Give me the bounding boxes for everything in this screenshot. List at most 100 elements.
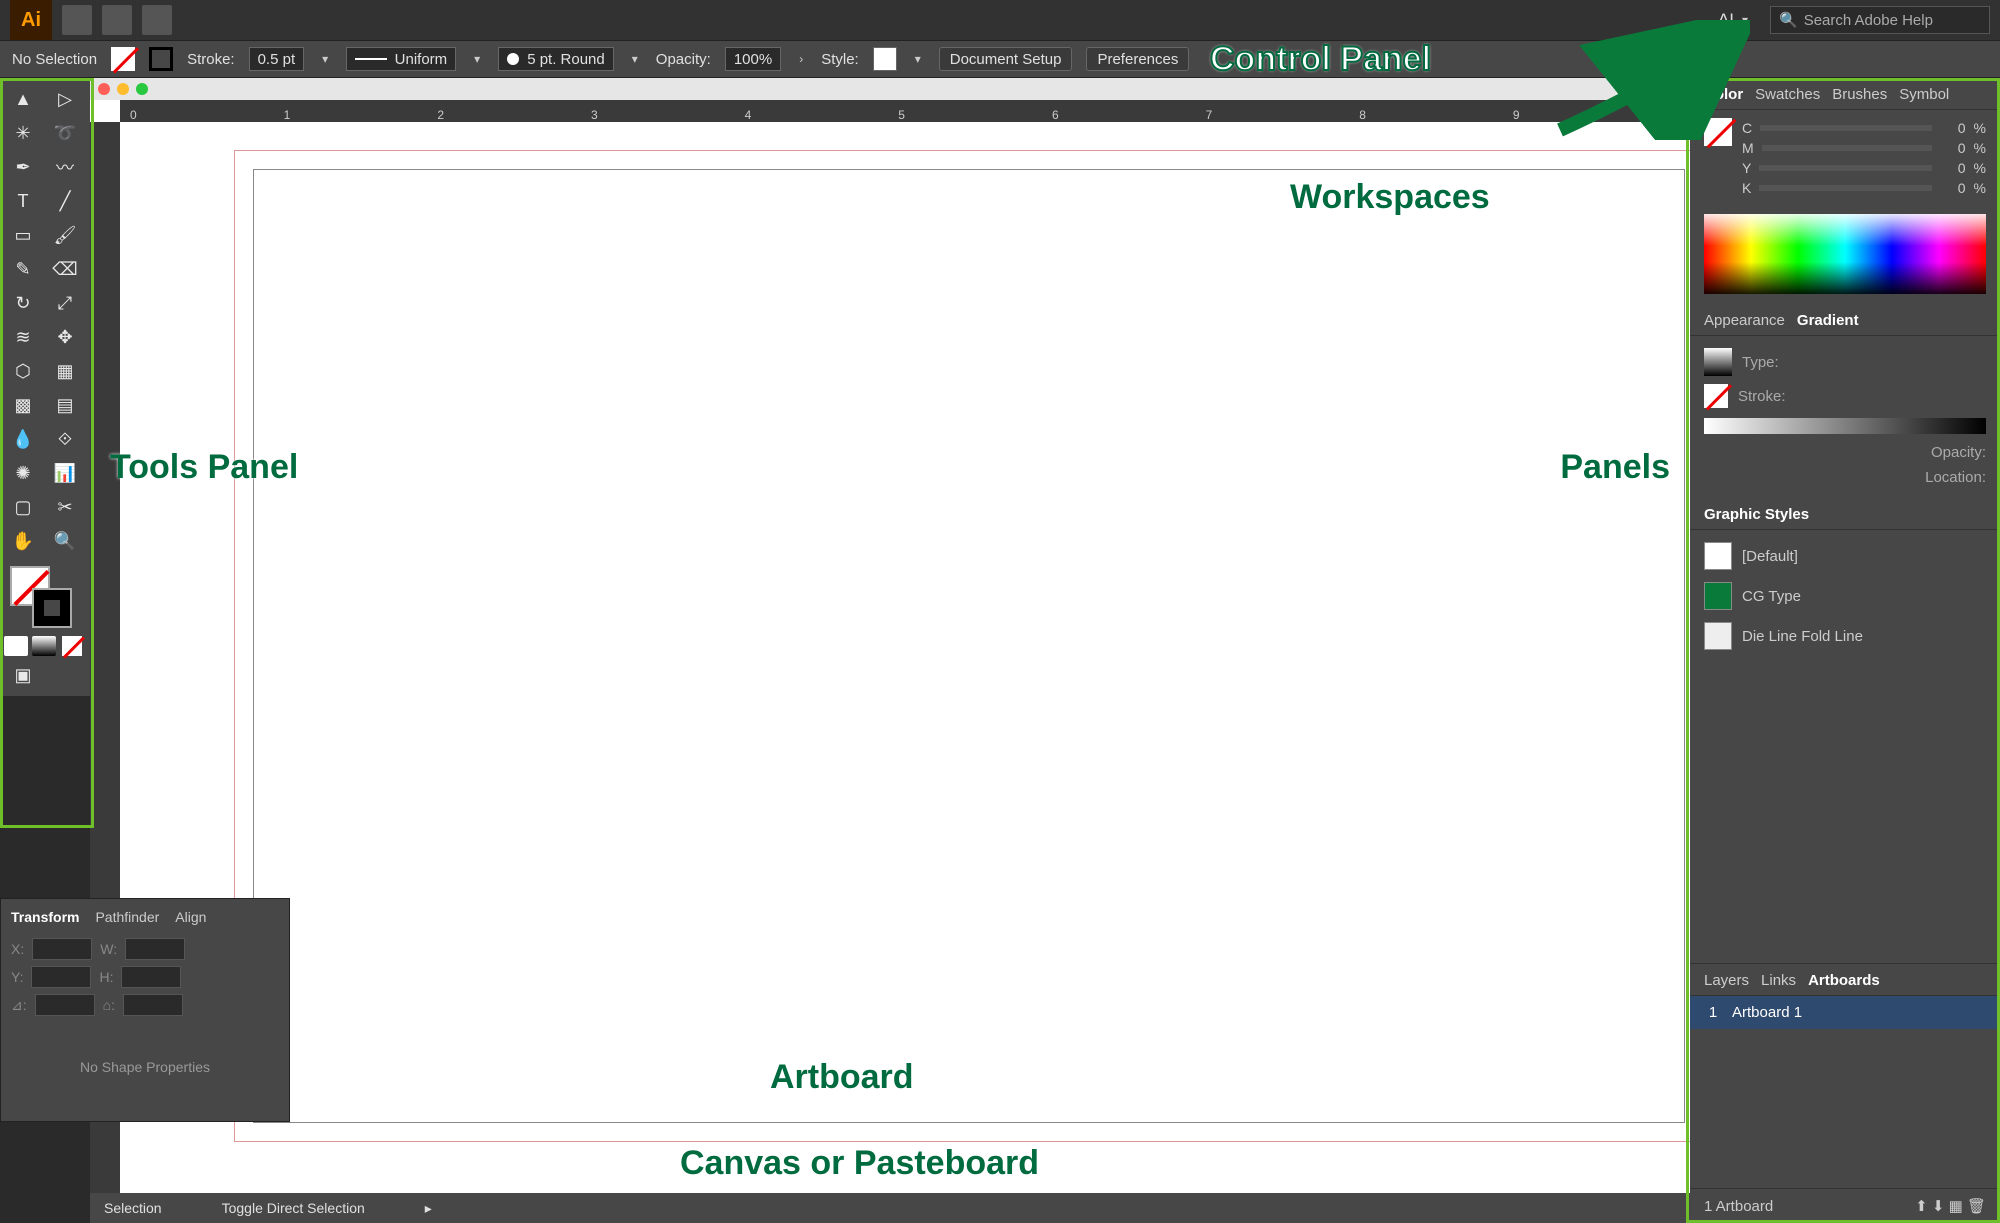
artboard-row[interactable]: 1 Artboard 1 bbox=[1690, 996, 2000, 1029]
search-placeholder: Search Adobe Help bbox=[1804, 12, 1933, 29]
angle-input[interactable] bbox=[35, 994, 95, 1016]
fill-swatch-none[interactable] bbox=[111, 47, 135, 71]
help-search-input[interactable]: 🔍 Search Adobe Help bbox=[1770, 6, 1990, 34]
eraser-tool[interactable]: ⌫ bbox=[46, 254, 84, 284]
preferences-button[interactable]: Preferences bbox=[1086, 47, 1189, 71]
pasteboard[interactable] bbox=[120, 122, 1690, 1193]
shape-builder-tool[interactable]: ⬡ bbox=[4, 356, 42, 386]
pencil-tool[interactable]: ✎ bbox=[4, 254, 42, 284]
type-tool[interactable]: T bbox=[4, 186, 42, 216]
brush-definition[interactable]: 5 pt. Round bbox=[498, 47, 614, 71]
color-fill-swatch[interactable] bbox=[1704, 118, 1732, 146]
zoom-dot[interactable] bbox=[136, 83, 148, 95]
tab-artboards[interactable]: Artboards bbox=[1808, 972, 1880, 989]
y-slider[interactable] bbox=[1759, 165, 1931, 171]
lasso-tool[interactable]: ➰ bbox=[46, 118, 84, 148]
document-setup-button[interactable]: Document Setup bbox=[939, 47, 1073, 71]
graphic-style-item[interactable]: [Default] bbox=[1704, 536, 1986, 576]
artboard[interactable] bbox=[234, 150, 1704, 1142]
tab-brushes[interactable]: Brushes bbox=[1832, 86, 1887, 103]
graphic-style-name: CG Type bbox=[1742, 588, 1801, 605]
mesh-tool[interactable]: ▩ bbox=[4, 390, 42, 420]
rectangle-tool[interactable]: ▭ bbox=[4, 220, 42, 250]
tab-graphic-styles[interactable]: Graphic Styles bbox=[1704, 506, 1809, 523]
gradient-preview-swatch[interactable] bbox=[1704, 348, 1732, 376]
magic-wand-tool[interactable]: ✳ bbox=[4, 118, 42, 148]
graphic-style-item[interactable]: CG Type bbox=[1704, 576, 1986, 616]
color-mode-fill[interactable] bbox=[4, 636, 28, 656]
tab-gradient[interactable]: Gradient bbox=[1797, 312, 1859, 329]
right-panel-dock: Color Swatches Brushes Symbol C0% M0% Y0… bbox=[1690, 78, 2000, 1223]
w-input[interactable] bbox=[125, 938, 185, 960]
tab-align[interactable]: Align bbox=[175, 909, 206, 925]
status-selection-tool: Selection bbox=[104, 1200, 162, 1216]
close-dot[interactable] bbox=[98, 83, 110, 95]
variable-width-profile[interactable]: Uniform bbox=[346, 47, 456, 71]
opacity-input[interactable]: 100% bbox=[725, 47, 781, 71]
color-spectrum[interactable] bbox=[1704, 214, 1986, 294]
screen-mode-button[interactable]: ▣ bbox=[4, 660, 42, 690]
style-label: Style: bbox=[821, 51, 859, 68]
eyedropper-tool[interactable]: 💧 bbox=[4, 424, 42, 454]
paintbrush-tool[interactable]: 🖌 bbox=[46, 220, 84, 250]
c-slider[interactable] bbox=[1760, 125, 1931, 131]
k-slider[interactable] bbox=[1759, 185, 1931, 191]
free-transform-tool[interactable]: ✥ bbox=[46, 322, 84, 352]
graphic-style-swatch[interactable] bbox=[873, 47, 897, 71]
gradient-ramp[interactable] bbox=[1704, 418, 1986, 434]
column-graph-tool[interactable]: 📊 bbox=[46, 458, 84, 488]
chevron-right-icon[interactable]: › bbox=[795, 52, 807, 66]
shear-input[interactable] bbox=[123, 994, 183, 1016]
stroke-swatch[interactable] bbox=[149, 47, 173, 71]
tab-symbols[interactable]: Symbol bbox=[1899, 86, 1949, 103]
gradient-stroke-swatch[interactable] bbox=[1704, 384, 1728, 408]
selection-tool[interactable]: ▲ bbox=[4, 84, 42, 114]
graphic-style-item[interactable]: Die Line Fold Line bbox=[1704, 616, 1986, 656]
scale-tool[interactable]: ⤢ bbox=[46, 288, 84, 318]
bridge-icon[interactable] bbox=[62, 5, 92, 35]
stroke-weight-input[interactable]: 0.5 pt bbox=[249, 47, 305, 71]
chevron-down-icon[interactable]: ▾ bbox=[911, 52, 925, 66]
artboard-tool[interactable]: ▢ bbox=[4, 492, 42, 522]
chevron-down-icon[interactable]: ▾ bbox=[470, 52, 484, 66]
symbol-sprayer-tool[interactable]: ✺ bbox=[4, 458, 42, 488]
perspective-grid-tool[interactable]: ▦ bbox=[46, 356, 84, 386]
fill-stroke-control[interactable] bbox=[10, 566, 80, 626]
tab-swatches[interactable]: Swatches bbox=[1755, 86, 1820, 103]
chevron-down-icon[interactable]: ▾ bbox=[318, 52, 332, 66]
tab-transform[interactable]: Transform bbox=[11, 909, 79, 925]
chevron-down-icon[interactable]: ▾ bbox=[628, 52, 642, 66]
arrange-icon[interactable] bbox=[142, 5, 172, 35]
blend-tool[interactable]: ⟐ bbox=[46, 424, 84, 454]
width-tool[interactable]: ≋ bbox=[4, 322, 42, 352]
tab-pathfinder[interactable]: Pathfinder bbox=[95, 909, 159, 925]
tab-layers[interactable]: Layers bbox=[1704, 972, 1749, 989]
search-icon: 🔍 bbox=[1779, 11, 1798, 29]
tab-links[interactable]: Links bbox=[1761, 972, 1796, 989]
gradient-tool[interactable]: ▤ bbox=[46, 390, 84, 420]
stroke-box[interactable] bbox=[32, 588, 72, 628]
y-input[interactable] bbox=[31, 966, 91, 988]
artboard-controls-icons[interactable]: ⬆ ⬇ ▦ 🗑 bbox=[1915, 1197, 1986, 1215]
transform-panel[interactable]: Transform Pathfinder Align X:W: Y:H: ⊿:⌂… bbox=[0, 898, 290, 1122]
line-tool[interactable]: ╱ bbox=[46, 186, 84, 216]
stock-icon[interactable] bbox=[102, 5, 132, 35]
h-input[interactable] bbox=[121, 966, 181, 988]
tab-appearance[interactable]: Appearance bbox=[1704, 312, 1785, 329]
ruler-horizontal[interactable]: 012345678910 bbox=[120, 100, 1690, 122]
workspace-switcher[interactable]: AI ▾ bbox=[1710, 6, 1760, 34]
x-input[interactable] bbox=[32, 938, 92, 960]
m-slider[interactable] bbox=[1762, 145, 1932, 151]
pen-tool[interactable]: ✒ bbox=[4, 152, 42, 182]
rotate-tool[interactable]: ↻ bbox=[4, 288, 42, 318]
tab-color[interactable]: Color bbox=[1704, 86, 1743, 103]
color-mode-gradient[interactable] bbox=[32, 636, 56, 656]
hand-tool[interactable]: ✋ bbox=[4, 526, 42, 556]
minimize-dot[interactable] bbox=[117, 83, 129, 95]
color-mode-none[interactable] bbox=[60, 636, 84, 656]
main-region: ▲ ▷ ✳ ➰ ✒ 〰 T ╱ ▭ 🖌 ✎ ⌫ ↻ ⤢ ≋ ✥ ⬡ ▦ ▩ ▤ … bbox=[0, 78, 2000, 1223]
direct-selection-tool[interactable]: ▷ bbox=[46, 84, 84, 114]
curvature-tool[interactable]: 〰 bbox=[46, 152, 84, 182]
slice-tool[interactable]: ✂ bbox=[46, 492, 84, 522]
zoom-tool[interactable]: 🔍 bbox=[46, 526, 84, 556]
